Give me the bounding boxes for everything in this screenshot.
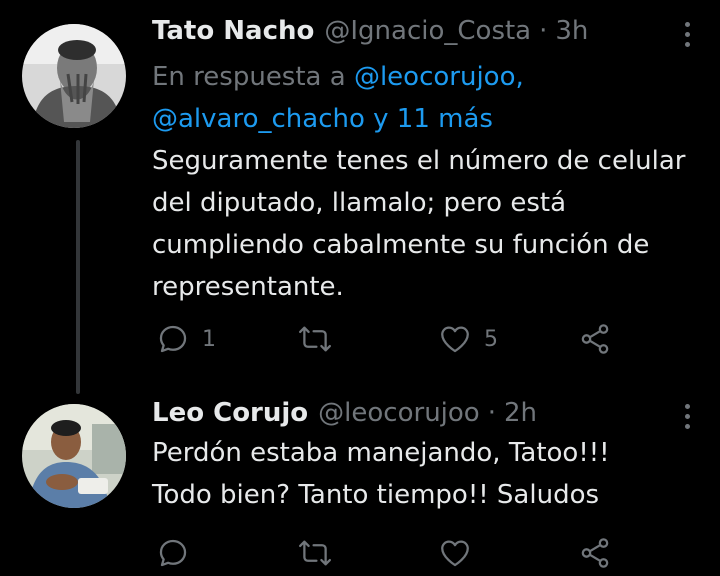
tweet-text-line: Seguramente tenes el número de celular [152, 146, 686, 176]
reply-context: En respuesta a @leocorujoo, @alvaro_chac… [152, 56, 672, 140]
author-name[interactable]: Leo Corujo [152, 398, 308, 428]
reply-count: 1 [202, 326, 216, 352]
tweet-text: Seguramente tenes el número de celular d… [152, 140, 712, 308]
like-count: 5 [484, 326, 498, 352]
retweet-button[interactable] [298, 536, 344, 570]
reply-button[interactable] [156, 536, 202, 570]
share-icon [581, 538, 609, 568]
timestamp[interactable]: 2h [504, 398, 537, 428]
tweet-text: Perdón estaba manejando, Tatoo!!! Todo b… [152, 432, 712, 516]
tweet-text-line: cumpliendo cabalmente su función de [152, 230, 650, 260]
avatar[interactable] [22, 404, 126, 508]
person-photo-icon [22, 24, 126, 128]
more-mentions-link[interactable]: y 11 más [373, 104, 493, 134]
tweet-actions: 1 5 [152, 322, 672, 362]
share-button[interactable] [578, 322, 612, 356]
tweet-text-line: Perdón estaba manejando, Tatoo!!! [152, 438, 610, 468]
mention-link[interactable]: @leocorujoo, [354, 62, 524, 92]
mention-link[interactable]: @alvaro_chacho [152, 104, 365, 134]
reply-prefix: En respuesta a [152, 62, 346, 92]
separator: · [539, 16, 548, 46]
thread-line [76, 140, 80, 394]
person-photo-icon [22, 404, 126, 508]
tweet-1[interactable]: Tato Nacho @Ignacio_Costa · 3h En respue… [0, 0, 720, 400]
tweet-header: Tato Nacho @Ignacio_Costa · 3h [152, 16, 588, 46]
tweet-text-line: del diputado, llamalo; pero está [152, 188, 567, 218]
timestamp[interactable]: 3h [555, 16, 588, 46]
like-button[interactable]: 5 [438, 322, 498, 356]
author-handle[interactable]: @leocorujoo [318, 398, 480, 428]
tweet-2[interactable]: Leo Corujo @leocorujoo · 2h Perdón estab… [0, 398, 720, 568]
retweet-icon [298, 540, 332, 566]
retweet-icon [298, 326, 332, 352]
avatar[interactable] [22, 24, 126, 128]
reply-button[interactable]: 1 [156, 322, 216, 356]
share-icon [581, 324, 609, 354]
reply-icon [159, 325, 187, 353]
reply-icon [159, 539, 187, 567]
heart-icon [441, 326, 469, 353]
tweet-header: Leo Corujo @leocorujoo · 2h [152, 398, 537, 428]
retweet-button[interactable] [298, 322, 344, 356]
share-button[interactable] [578, 536, 612, 570]
more-options-icon[interactable] [682, 404, 692, 429]
heart-icon [441, 540, 469, 567]
separator: · [487, 398, 496, 428]
author-name[interactable]: Tato Nacho [152, 16, 314, 46]
tweet-text-line: representante. [152, 272, 344, 302]
like-button[interactable] [438, 536, 484, 570]
tweet-actions [152, 536, 672, 576]
tweet-text-line: Todo bien? Tanto tiempo!! Saludos [152, 480, 600, 510]
more-options-icon[interactable] [682, 22, 692, 47]
author-handle[interactable]: @Ignacio_Costa [324, 16, 531, 46]
